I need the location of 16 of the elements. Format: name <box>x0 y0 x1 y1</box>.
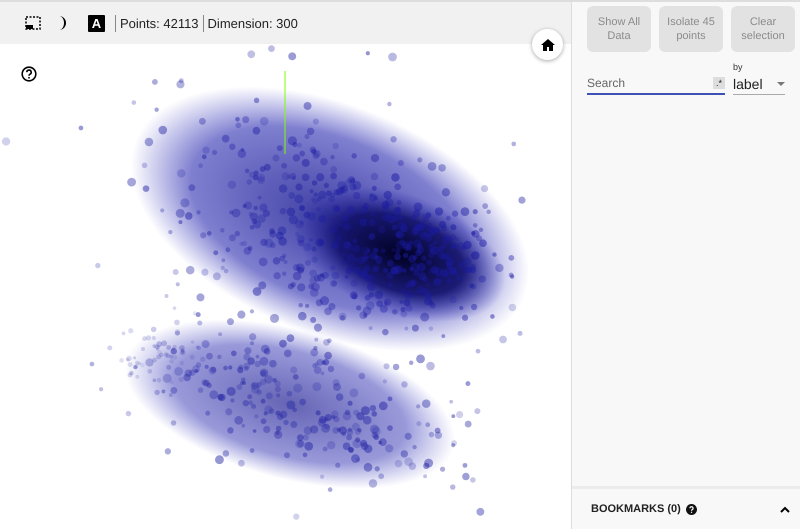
home-icon <box>540 38 554 50</box>
chevron-icon[interactable] <box>780 506 790 512</box>
label-dropdown[interactable]: label <box>733 74 785 95</box>
bookmarks-header[interactable]: BOOKMARKS (0) <box>572 486 800 529</box>
regex-toggle[interactable]: .* <box>712 77 725 89</box>
caret-icon <box>777 82 785 86</box>
bookmarks-title: BOOKMARKS (0) <box>591 503 681 515</box>
search-field[interactable]: Search .* <box>587 73 725 95</box>
points-count: Points: 42113 <box>115 14 203 32</box>
by-label: by <box>733 62 744 72</box>
label-toggle-icon[interactable]: A <box>88 14 105 32</box>
dimension-count: Dimension: 300 <box>202 14 302 32</box>
home-button[interactable] <box>532 29 563 60</box>
help-icon[interactable] <box>686 504 697 514</box>
help-icon[interactable] <box>21 66 37 82</box>
selection-icon[interactable] <box>24 14 42 32</box>
